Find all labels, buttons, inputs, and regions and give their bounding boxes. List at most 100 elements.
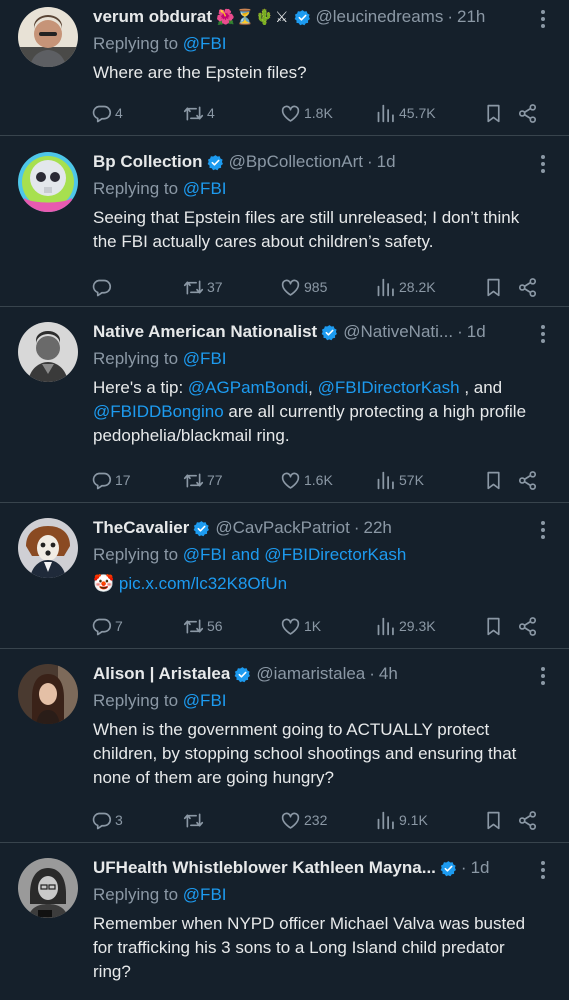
avatar[interactable] xyxy=(18,7,78,67)
like-button[interactable]: 985 xyxy=(280,277,375,298)
timestamp[interactable]: 1d xyxy=(467,322,486,342)
tweet[interactable]: TheCavalier @CavPackPatriot · 22h Replyi… xyxy=(0,503,569,649)
mention-link[interactable]: @FBIDDBongino xyxy=(93,402,224,421)
replying-mention[interactable]: @FBI xyxy=(183,34,227,53)
bookmark-button[interactable] xyxy=(483,616,517,637)
separator: · xyxy=(457,322,463,341)
retweet-button[interactable] xyxy=(183,810,280,831)
more-icon[interactable] xyxy=(533,519,553,541)
share-button[interactable] xyxy=(517,616,541,637)
media-link[interactable]: pic.x.com/lc32K8OfUn xyxy=(119,574,287,593)
tweet[interactable]: Alison | Aristalea @iamaristalea · 4h Re… xyxy=(0,649,569,843)
timestamp[interactable]: 4h xyxy=(379,664,398,684)
replying-mention[interactable]: @FBI xyxy=(183,885,227,904)
name-emoji: 🌺⏳🌵⚔ xyxy=(216,9,290,26)
bookmark-button[interactable] xyxy=(483,470,517,491)
replying-to: Replying to @FBI and @FBIDirectorKash xyxy=(93,544,555,566)
handle[interactable]: @NativeNati... xyxy=(343,322,453,342)
views-button[interactable]: 9.1K xyxy=(375,810,483,831)
share-icon xyxy=(517,277,538,298)
views-button[interactable]: 28.2K xyxy=(375,277,483,298)
like-button[interactable]: 1K xyxy=(280,616,375,637)
tweet-text: 🤡 pic.x.com/lc32K8OfUn xyxy=(93,572,555,596)
tweet[interactable]: Bp Collection @BpCollectionArt · 1d Repl… xyxy=(0,136,569,307)
more-icon[interactable] xyxy=(533,8,553,30)
like-count: 1.8K xyxy=(304,105,333,121)
replying-mention[interactable]: @FBI xyxy=(183,179,227,198)
tweet[interactable]: Native American Nationalist @NativeNati.… xyxy=(0,307,569,503)
handle[interactable]: @leucinedreams xyxy=(316,7,444,27)
timestamp[interactable]: 21h xyxy=(457,7,485,27)
more-icon[interactable] xyxy=(533,665,553,687)
like-button[interactable]: 1.8K xyxy=(280,103,375,124)
like-icon xyxy=(280,277,301,298)
timestamp[interactable]: 1d xyxy=(471,858,490,878)
bookmark-button[interactable] xyxy=(483,103,517,124)
reply-button[interactable]: 7 xyxy=(91,616,183,637)
retweet-button[interactable]: 77 xyxy=(183,470,280,491)
separator: · xyxy=(353,518,360,537)
mention-link[interactable]: @AGPamBondi xyxy=(188,378,308,397)
tweet-text: Here's a tip: @AGPamBondi, @FBIDirectorK… xyxy=(93,376,555,448)
more-icon[interactable] xyxy=(533,153,553,175)
display-name[interactable]: Native American Nationalist xyxy=(93,322,317,342)
handle[interactable]: @BpCollectionArt xyxy=(229,152,363,172)
retweet-icon xyxy=(183,470,204,491)
handle[interactable]: @CavPackPatriot xyxy=(215,518,349,538)
replying-to: Replying to @FBI xyxy=(93,178,555,200)
display-name[interactable]: UFHealth Whistleblower Kathleen Mayna... xyxy=(93,858,436,878)
like-count: 985 xyxy=(304,279,328,295)
views-icon xyxy=(375,277,396,298)
avatar[interactable] xyxy=(18,518,78,578)
views-button[interactable]: 45.7K xyxy=(375,103,483,124)
share-button[interactable] xyxy=(517,277,541,298)
views-button[interactable]: 57K xyxy=(375,470,483,491)
retweet-button[interactable]: 37 xyxy=(183,277,280,298)
tweet[interactable]: UFHealth Whistleblower Kathleen Mayna...… xyxy=(0,843,569,1000)
views-icon xyxy=(375,616,396,637)
retweet-button[interactable]: 56 xyxy=(183,616,280,637)
reply-icon xyxy=(91,470,112,491)
avatar[interactable] xyxy=(18,322,78,382)
tweet-header: UFHealth Whistleblower Kathleen Mayna...… xyxy=(93,857,555,879)
reply-button[interactable]: 4 xyxy=(91,103,183,124)
views-button[interactable]: 29.3K xyxy=(375,616,483,637)
tweet[interactable]: verum obdurat 🌺⏳🌵⚔ @leucinedreams · 21h … xyxy=(0,0,569,136)
display-name[interactable]: Alison | Aristalea xyxy=(93,664,230,684)
reply-icon xyxy=(91,103,112,124)
mention-link[interactable]: @FBIDirectorKash xyxy=(318,378,460,397)
display-name[interactable]: TheCavalier xyxy=(93,518,189,538)
action-bar: 17 77 1.6K 57K xyxy=(91,456,555,504)
timestamp[interactable]: 1d xyxy=(377,152,396,172)
bookmark-button[interactable] xyxy=(483,277,517,298)
handle[interactable]: @iamaristalea xyxy=(256,664,365,684)
bookmark-button[interactable] xyxy=(483,810,517,831)
like-button[interactable]: 232 xyxy=(280,810,375,831)
avatar[interactable] xyxy=(18,664,78,724)
more-icon[interactable] xyxy=(533,859,553,881)
reply-button[interactable] xyxy=(91,277,183,298)
separator: · xyxy=(460,858,467,877)
share-button[interactable] xyxy=(517,103,541,124)
action-bar: 7 56 1K 29.3K xyxy=(91,602,555,650)
reply-button[interactable]: 17 xyxy=(91,470,183,491)
reply-button[interactable]: 3 xyxy=(91,810,183,831)
share-button[interactable] xyxy=(517,810,541,831)
replying-mention[interactable]: @FBI and @FBIDirectorKash xyxy=(183,545,406,564)
reply-icon xyxy=(91,616,112,637)
timestamp[interactable]: 22h xyxy=(363,518,391,538)
verified-badge-icon xyxy=(207,154,224,171)
share-button[interactable] xyxy=(517,470,541,491)
avatar[interactable] xyxy=(18,152,78,212)
verified-badge-icon xyxy=(440,860,457,877)
like-button[interactable]: 1.6K xyxy=(280,470,375,491)
avatar[interactable] xyxy=(18,858,78,918)
more-icon[interactable] xyxy=(533,323,553,345)
display-name[interactable]: verum obdurat xyxy=(93,7,212,27)
replying-mention[interactable]: @FBI xyxy=(183,349,227,368)
retweet-button[interactable]: 4 xyxy=(183,103,280,124)
replying-mention[interactable]: @FBI xyxy=(183,691,227,710)
display-name[interactable]: Bp Collection xyxy=(93,152,203,172)
text-segment: , xyxy=(308,378,318,397)
text-segment: Here's a tip: xyxy=(93,378,188,397)
